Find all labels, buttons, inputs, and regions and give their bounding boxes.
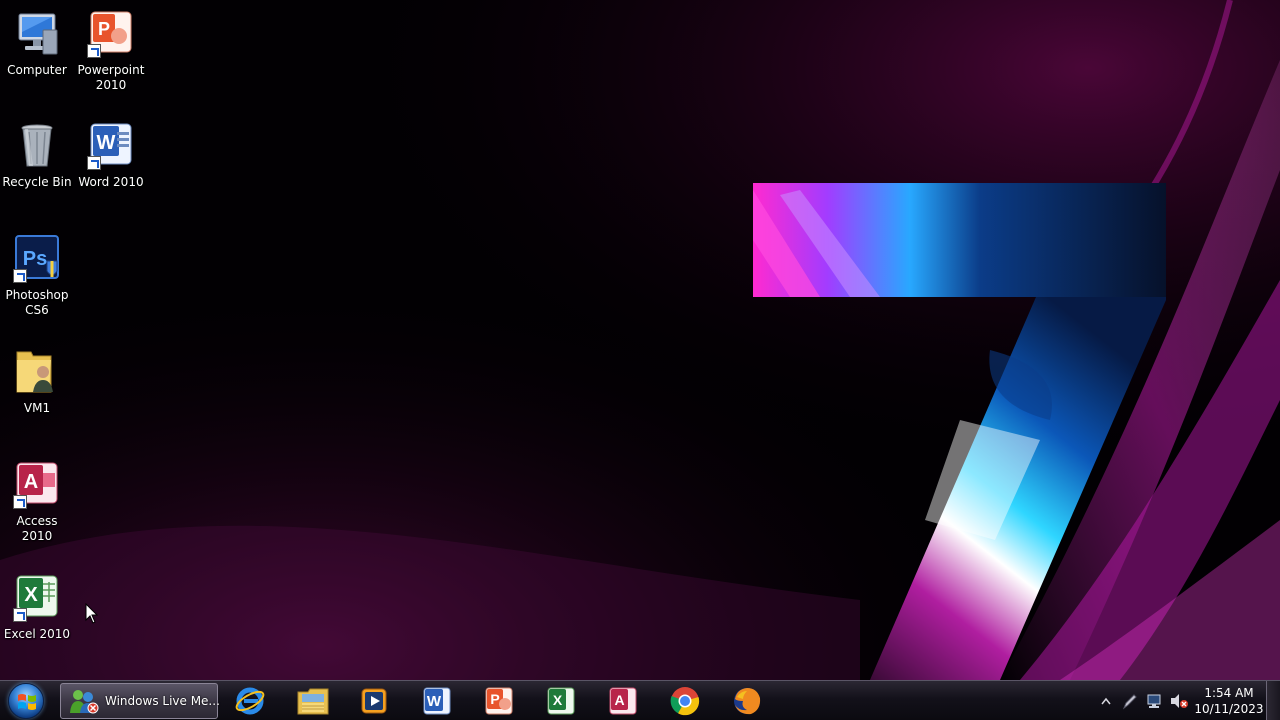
taskbar: Windows Live Me... W P X A 1:54 AM 10/11… <box>0 680 1280 720</box>
clock-time: 1:54 AM <box>1204 686 1254 700</box>
volume-muted-icon[interactable] <box>1170 693 1188 709</box>
windows-logo-icon <box>18 694 36 710</box>
desktop-icon-label: Word 2010 <box>78 175 144 189</box>
system-clock[interactable]: 1:54 AM 10/11/2023 <box>1190 685 1268 717</box>
desktop-icon-access[interactable]: A Access 2010 <box>0 461 74 544</box>
taskbar-pin-excel[interactable]: X <box>537 685 585 717</box>
chrome-icon <box>670 687 700 716</box>
desktop-icon-label: Computer <box>7 63 67 77</box>
access-icon: A <box>13 461 61 509</box>
access-icon: A <box>609 687 637 715</box>
word-icon: W <box>87 122 135 170</box>
desktop-icon-label: Photoshop CS6 <box>5 288 69 317</box>
computer-icon <box>13 10 61 58</box>
svg-text:A: A <box>614 692 624 708</box>
folder-library-icon <box>297 688 329 715</box>
desktop-icon-word[interactable]: W Word 2010 <box>74 122 148 190</box>
svg-text:P: P <box>98 19 110 39</box>
desktop-icon-vm1[interactable]: VM1 <box>0 348 74 416</box>
taskbar-pin-access[interactable]: A <box>599 685 647 717</box>
shortcut-arrow-icon <box>87 156 101 170</box>
firefox-icon <box>734 688 761 715</box>
svg-text:W: W <box>427 693 442 710</box>
desktop-icon-label: Recycle Bin <box>2 175 72 189</box>
shortcut-arrow-icon <box>87 44 101 58</box>
shortcut-arrow-icon <box>13 608 27 622</box>
taskbar-pin-media-player[interactable] <box>350 685 398 717</box>
word-icon: W <box>423 687 451 715</box>
desktop-icon-computer[interactable]: Computer <box>0 10 74 78</box>
user-folder-icon <box>13 348 61 396</box>
shortcut-arrow-icon <box>13 495 27 509</box>
show-desktop-button[interactable] <box>1266 681 1280 720</box>
powerpoint-icon: P <box>485 687 513 715</box>
desktop-icon-recycle-bin[interactable]: Recycle Bin <box>0 122 74 190</box>
taskbar-button-label: Windows Live Me... <box>105 694 220 708</box>
svg-text:X: X <box>24 584 38 606</box>
mouse-pointer-icon <box>85 603 99 624</box>
svg-text:Ps: Ps <box>23 248 47 270</box>
desktop-icon-powerpoint[interactable]: P Powerpoint 2010 <box>74 10 148 93</box>
svg-text:W: W <box>97 132 116 154</box>
svg-text:P: P <box>490 691 499 707</box>
svg-text:X: X <box>553 692 563 708</box>
start-button[interactable] <box>8 683 44 719</box>
taskbar-pin-chrome[interactable] <box>661 685 709 717</box>
photoshop-icon: Ps <box>13 235 61 283</box>
internet-explorer-icon <box>235 687 265 715</box>
shortcut-arrow-icon <box>13 269 27 283</box>
desktop-icon-photoshop[interactable]: Ps Photoshop CS6 <box>0 235 74 318</box>
network-icon[interactable] <box>1146 693 1164 709</box>
desktop-icon-label: Powerpoint 2010 <box>77 63 145 92</box>
desktop-icon-label: VM1 <box>23 401 51 415</box>
powerpoint-icon: P <box>87 10 135 58</box>
media-player-icon <box>361 688 387 714</box>
excel-icon: X <box>13 574 61 622</box>
taskbar-pin-word[interactable]: W <box>413 685 461 717</box>
pen-icon[interactable] <box>1122 692 1138 710</box>
show-hidden-icons-arrow[interactable] <box>1101 697 1111 705</box>
taskbar-pin-firefox[interactable] <box>723 685 771 717</box>
windows-live-messenger-icon <box>67 687 99 715</box>
desktop-icon-excel[interactable]: X Excel 2010 <box>0 574 74 642</box>
clock-date: 10/11/2023 <box>1194 702 1264 716</box>
desktop-wallpaper <box>0 0 1280 680</box>
desktop-icon-label: Excel 2010 <box>3 627 71 641</box>
recycle-bin-icon <box>13 122 61 170</box>
taskbar-pin-internet-explorer[interactable] <box>226 685 274 717</box>
desktop-icon-label: Access 2010 <box>16 514 58 543</box>
taskbar-pin-windows-explorer[interactable] <box>289 685 337 717</box>
taskbar-pin-powerpoint[interactable]: P <box>475 685 523 717</box>
excel-icon: X <box>547 687 575 715</box>
taskbar-button-windows-live-messenger[interactable]: Windows Live Me... <box>60 683 220 719</box>
svg-text:A: A <box>24 471 38 493</box>
